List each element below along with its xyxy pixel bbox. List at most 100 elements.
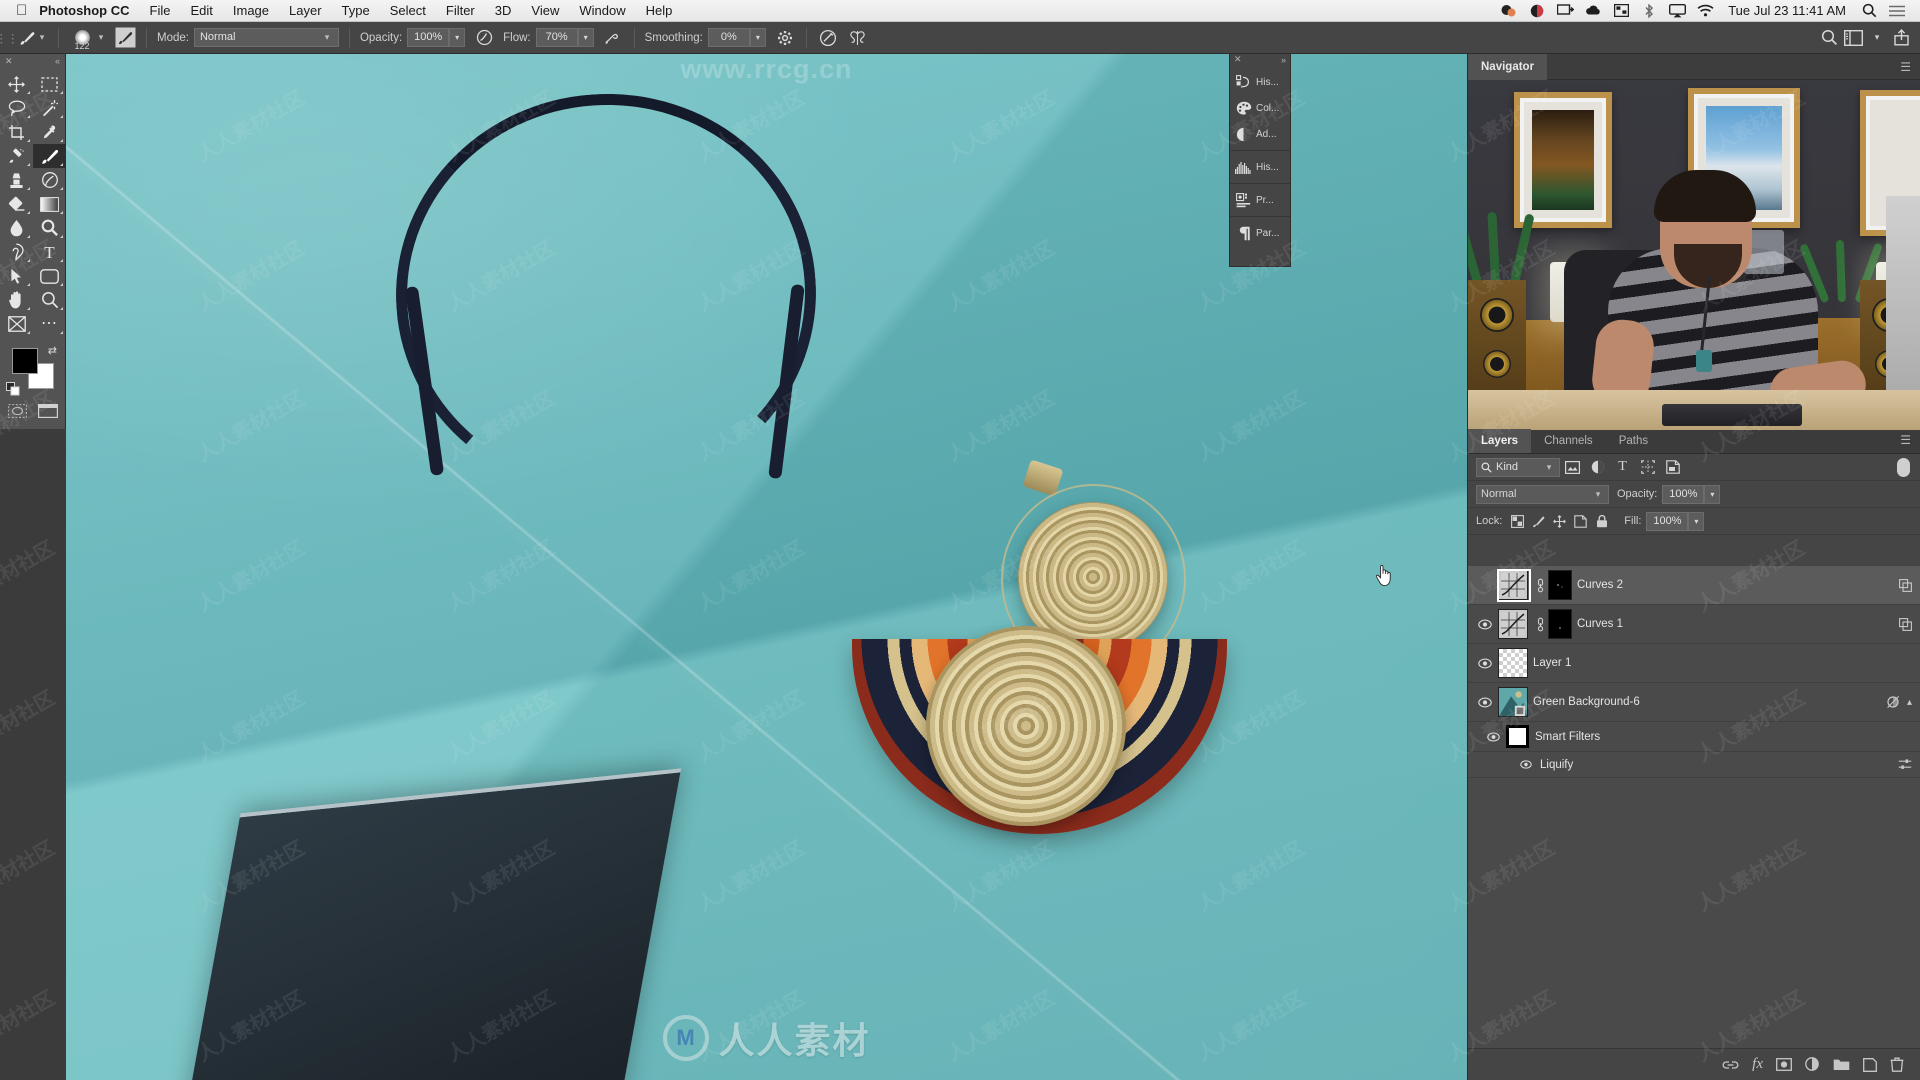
swap-colors-icon[interactable]: ⇄ bbox=[48, 344, 57, 357]
magic-wand-tool[interactable] bbox=[33, 96, 66, 120]
menu-select[interactable]: Select bbox=[380, 0, 436, 22]
mask-link-icon[interactable] bbox=[1533, 578, 1548, 593]
layer-blend-mode-select[interactable]: Normal ▾ bbox=[1476, 484, 1609, 504]
eraser-tool[interactable] bbox=[0, 192, 33, 216]
foreground-color-swatch[interactable] bbox=[12, 348, 38, 374]
menu-app-name[interactable]: Photoshop CC bbox=[27, 0, 139, 22]
dock-item-paragraph[interactable]: Par... bbox=[1230, 220, 1290, 246]
menu-3d[interactable]: 3D bbox=[485, 0, 522, 22]
history-brush-tool[interactable] bbox=[33, 168, 66, 192]
airplay-icon[interactable] bbox=[1664, 0, 1690, 22]
menu-type[interactable]: Type bbox=[332, 0, 380, 22]
clipping-mask-icon[interactable] bbox=[1899, 578, 1912, 592]
tablet-pressure-size-toggle[interactable] bbox=[813, 22, 843, 54]
apple-logo-icon[interactable]:  bbox=[16, 3, 27, 18]
screen-mode-icon[interactable] bbox=[35, 402, 61, 420]
opacity-input[interactable]: 100% bbox=[407, 28, 450, 47]
smart-object-filter-icon[interactable] bbox=[1660, 457, 1685, 477]
type-filter-icon[interactable]: T bbox=[1610, 457, 1635, 477]
dock-item-history[interactable]: His... bbox=[1230, 69, 1290, 95]
airbrush-toggle[interactable] bbox=[469, 22, 499, 54]
smoothing-chevron-icon[interactable]: ▾ bbox=[749, 28, 766, 47]
panel-menu-icon[interactable]: ☰ bbox=[1900, 60, 1920, 74]
flow-input[interactable]: 70% bbox=[535, 28, 578, 47]
smart-filters-icon[interactable] bbox=[1886, 695, 1901, 709]
layer-row-curves-1[interactable]: Curves 1 bbox=[1468, 605, 1920, 644]
white-filter-mask-thumbnail[interactable] bbox=[1509, 728, 1526, 745]
transparent-thumbnail[interactable] bbox=[1498, 648, 1528, 678]
default-colors-icon[interactable] bbox=[6, 382, 20, 396]
filter-toggle-icon[interactable] bbox=[1897, 457, 1910, 477]
lock-position-icon[interactable] bbox=[1549, 511, 1570, 531]
curves-adjustment-thumbnail[interactable] bbox=[1498, 609, 1528, 639]
filter-visibility-toggle[interactable] bbox=[1516, 752, 1536, 778]
layer-visibility-toggle[interactable] bbox=[1472, 683, 1498, 722]
close-icon[interactable]: ✕ bbox=[5, 56, 13, 67]
dock-item-properties[interactable]: Pr... bbox=[1230, 187, 1290, 213]
layer-name[interactable]: Curves 1 bbox=[1577, 618, 1623, 630]
smoothing-input[interactable]: 0% bbox=[707, 28, 750, 47]
share-icon[interactable] bbox=[1890, 27, 1912, 49]
symmetry-button[interactable] bbox=[843, 22, 873, 54]
menu-bar-clock[interactable]: Tue Jul 23 11:41 AM bbox=[1720, 3, 1854, 18]
curves-adjustment-thumbnail[interactable] bbox=[1498, 570, 1528, 600]
brush-tool-indicator[interactable]: ▾ bbox=[14, 22, 52, 54]
menu-filter[interactable]: Filter bbox=[436, 0, 485, 22]
menu-edit[interactable]: Edit bbox=[180, 0, 222, 22]
smart-filters-row[interactable]: Smart Filters bbox=[1468, 722, 1920, 752]
smart-object-photo-thumbnail[interactable] bbox=[1498, 687, 1528, 717]
move-tool[interactable] bbox=[0, 72, 33, 96]
layer-visibility-toggle[interactable] bbox=[1472, 605, 1498, 644]
crop-tool[interactable] bbox=[0, 120, 33, 144]
tab-layers[interactable]: Layers bbox=[1468, 429, 1532, 453]
dropbox-icon[interactable] bbox=[1496, 0, 1522, 22]
layer-visibility-toggle[interactable] bbox=[1472, 644, 1498, 683]
brush-tool-chevron-icon[interactable]: ▾ bbox=[36, 32, 48, 43]
smart-filters-visibility-toggle[interactable] bbox=[1480, 722, 1506, 752]
pen-tool[interactable] bbox=[0, 240, 33, 264]
menu-view[interactable]: View bbox=[521, 0, 569, 22]
new-layer-icon[interactable] bbox=[1863, 1057, 1877, 1072]
link-layers-icon[interactable] bbox=[1722, 1059, 1739, 1071]
navigator-preview[interactable] bbox=[1468, 80, 1920, 430]
lock-artboard-icon[interactable] bbox=[1570, 511, 1591, 531]
layer-name[interactable]: Green Background-6 bbox=[1533, 696, 1640, 708]
search-icon[interactable] bbox=[1818, 27, 1840, 49]
filter-name[interactable]: Liquify bbox=[1540, 759, 1573, 771]
layers-list[interactable]: Curves 2 Curves 1 Layer 1 Green Backgrou… bbox=[1468, 566, 1920, 1048]
menu-help[interactable]: Help bbox=[636, 0, 683, 22]
tab-channels[interactable]: Channels bbox=[1531, 429, 1606, 453]
panel-menu-icon[interactable]: ☰ bbox=[1900, 433, 1920, 451]
quick-mask-icon[interactable] bbox=[4, 402, 30, 420]
eyedropper-tool[interactable] bbox=[33, 120, 66, 144]
rectangular-marquee-tool[interactable] bbox=[33, 72, 66, 96]
tab-navigator[interactable]: Navigator bbox=[1468, 53, 1548, 80]
mask-link-icon[interactable] bbox=[1533, 617, 1548, 632]
chevron-down-icon[interactable]: ▾ bbox=[1866, 27, 1888, 49]
dock-item-color[interactable]: Col... bbox=[1230, 95, 1290, 121]
close-icon[interactable]: ✕ bbox=[1234, 54, 1242, 65]
search-icon[interactable] bbox=[1856, 0, 1882, 22]
new-group-icon[interactable] bbox=[1833, 1058, 1850, 1071]
smoothing-settings-button[interactable] bbox=[770, 22, 800, 54]
display-icon[interactable] bbox=[1552, 0, 1578, 22]
opacity-chevron-icon[interactable]: ▾ bbox=[449, 28, 466, 47]
menu-file[interactable]: File bbox=[140, 0, 181, 22]
rounded-rectangle-tool[interactable] bbox=[33, 264, 66, 288]
lock-image-icon[interactable] bbox=[1528, 511, 1549, 531]
spot-healing-brush-tool[interactable] bbox=[0, 144, 33, 168]
dock-item-adjustments[interactable]: Ad... bbox=[1230, 121, 1290, 147]
hand-tool[interactable] bbox=[0, 288, 33, 312]
path-selection-tool[interactable] bbox=[0, 264, 33, 288]
zoom-tool[interactable] bbox=[33, 288, 66, 312]
new-adjustment-layer-icon[interactable] bbox=[1805, 1057, 1820, 1072]
double-chevron-left-icon[interactable]: « bbox=[55, 56, 60, 66]
lock-all-icon[interactable] bbox=[1591, 511, 1612, 531]
lasso-tool[interactable] bbox=[0, 96, 33, 120]
pixel-filter-icon[interactable] bbox=[1560, 457, 1585, 477]
layer-style-fx-icon[interactable]: fx bbox=[1752, 1056, 1763, 1073]
brush-tool[interactable] bbox=[33, 144, 66, 168]
chevron-up-icon[interactable]: ▴ bbox=[1907, 697, 1912, 708]
blur-tool[interactable] bbox=[0, 216, 33, 240]
adjustment-filter-icon[interactable] bbox=[1585, 457, 1610, 477]
